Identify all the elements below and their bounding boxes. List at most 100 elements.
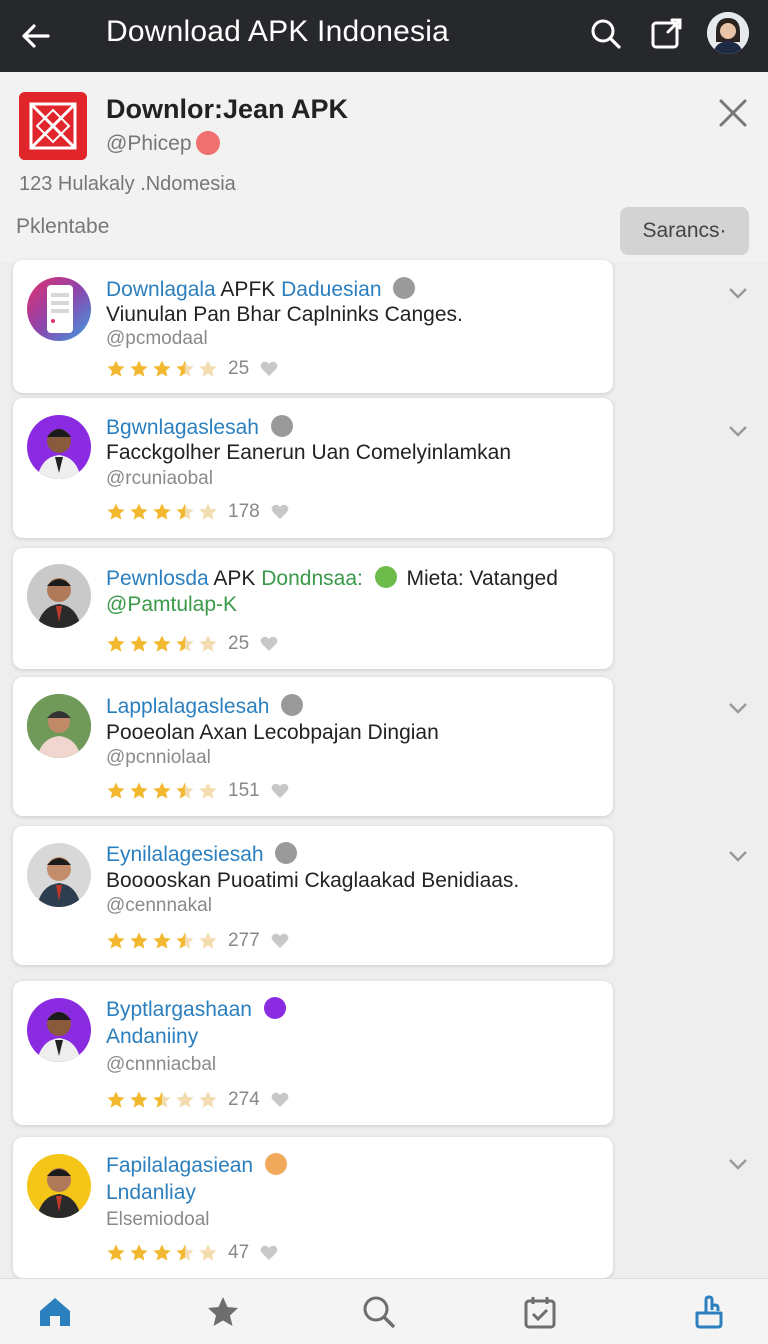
list-item[interactable]: Fapilalagasiean Lndanliay Elsemiodoal 47 [13,1137,613,1278]
item-title: Lapplalagaslesah [106,695,270,718]
touch-icon[interactable] [690,1293,728,1331]
list-item[interactable]: Lapplalagaslesah Pooeolan Axan Lecobpaja… [13,677,613,816]
top-app-bar: Download APK Indonesia [0,0,768,72]
list-item[interactable]: Pewnlosda APK Dondnsaa: Mieta: Vatanged … [13,548,613,669]
star-icon [176,1244,194,1261]
page-title: Download APK Indonesia [106,15,449,48]
star-rating [106,1243,218,1263]
star-icon [130,635,148,652]
star-icon [107,360,125,377]
calendar-check-icon[interactable] [521,1293,559,1331]
star-icon [199,635,217,652]
star-icon [107,635,125,652]
phone-app-avatar [27,277,91,341]
star-icon [153,503,171,520]
list-item[interactable]: Downlagala APFK Daduesian Viunulan Pan B… [13,260,613,393]
chevron-down-icon[interactable] [727,285,749,301]
heart-icon[interactable] [259,359,279,379]
item-title: Bgwnlagaslesah [106,416,259,439]
home-icon[interactable] [36,1293,74,1331]
rating: 25 [106,357,279,381]
app-logo [19,92,87,160]
rating-count: 151 [228,780,260,801]
user-avatar[interactable] [707,12,749,54]
item-title-part: Dondnsaa: [261,567,363,590]
star-icon [130,1091,148,1108]
heart-icon[interactable] [270,931,290,951]
star-icon [153,1091,171,1108]
list-item[interactable]: Eynilalagesiesah Booooskan Puoatimi Ckag… [13,826,613,965]
heart-icon[interactable] [259,634,279,654]
star-rating [106,359,218,379]
chevron-down-icon[interactable] [727,848,749,864]
star-icon [176,932,194,949]
item-handle: Elsemiodoal [106,1209,210,1230]
rating: 277 [106,929,290,953]
list-item[interactable]: Byptlargashaan Andaniiny @cnnniacbal 274 [13,981,613,1125]
verified-icon [270,415,293,437]
heart-icon[interactable] [259,1243,279,1263]
item-handle: @pcnniolaal [106,747,211,768]
person-avatar [27,843,91,907]
search-icon[interactable] [360,1293,398,1331]
back-arrow-icon[interactable] [18,18,54,54]
emoji-icon [374,566,397,588]
star-icon [153,635,171,652]
item-title: Pewnlosda [106,567,209,590]
heart-icon[interactable] [270,502,290,522]
verified-icon [393,277,416,299]
item-handle: @pcmodaal [106,328,208,349]
rating: 274 [106,1088,290,1112]
close-icon[interactable] [716,96,750,130]
star-icon[interactable] [204,1293,242,1331]
rating-count: 25 [228,358,250,379]
rating: 25 [106,632,279,656]
emoji-icon [196,131,220,155]
item-description: Andaniiny [106,1025,199,1048]
list-item[interactable]: Bgwnlagaslesah Facckgolher Eanerun Uan C… [13,398,613,538]
star-icon [199,782,217,799]
item-description: Booooskan Puoatimi Ckaglaakad Benidiaas. [106,869,520,892]
star-icon [176,635,194,652]
item-handle: @cennnakal [106,895,212,916]
star-icon [107,782,125,799]
sort-button[interactable]: Sarancs· [620,207,749,255]
app-handle: @Phicep [106,132,192,155]
item-description: @Pamtulap-K [106,593,238,616]
star-icon [130,503,148,520]
app-subtitle: 123 Hulakaly .Ndomesia [19,173,236,195]
chevron-down-icon[interactable] [727,700,749,716]
item-title: Fapilalagasiean [106,1154,254,1177]
person-avatar [27,415,91,479]
person-avatar [27,694,91,758]
rating: 47 [106,1241,279,1265]
star-icon [130,782,148,799]
chevron-down-icon[interactable] [727,423,749,439]
emoji-icon [264,1153,287,1175]
search-icon[interactable] [588,16,624,52]
share-icon[interactable] [648,16,684,52]
star-icon [176,782,194,799]
star-rating [106,1090,218,1110]
chevron-down-icon[interactable] [727,1156,749,1172]
item-title-part: APFK [215,278,282,301]
item-description: Lndanliay [106,1181,196,1204]
star-icon [199,1091,217,1108]
heart-icon[interactable] [270,781,290,801]
verified-icon [281,694,304,716]
rating-count: 274 [228,1089,260,1110]
rating-count: 47 [228,1242,250,1263]
item-title-part: APK [208,567,262,590]
section-label: Pklentabe [16,215,110,238]
download-badge-icon [263,997,286,1019]
star-icon [176,503,194,520]
star-icon [199,503,217,520]
heart-icon[interactable] [270,1090,290,1110]
star-icon [153,782,171,799]
star-icon [176,360,194,377]
item-title-part: Mieta: Vatanged [400,567,558,590]
star-icon [107,1091,125,1108]
star-icon [153,360,171,377]
item-description: Viunulan Pan Bhar Caplninks Canges. [106,303,463,326]
item-description: Facckgolher Eanerun Uan Comelyinlamkan [106,441,512,464]
